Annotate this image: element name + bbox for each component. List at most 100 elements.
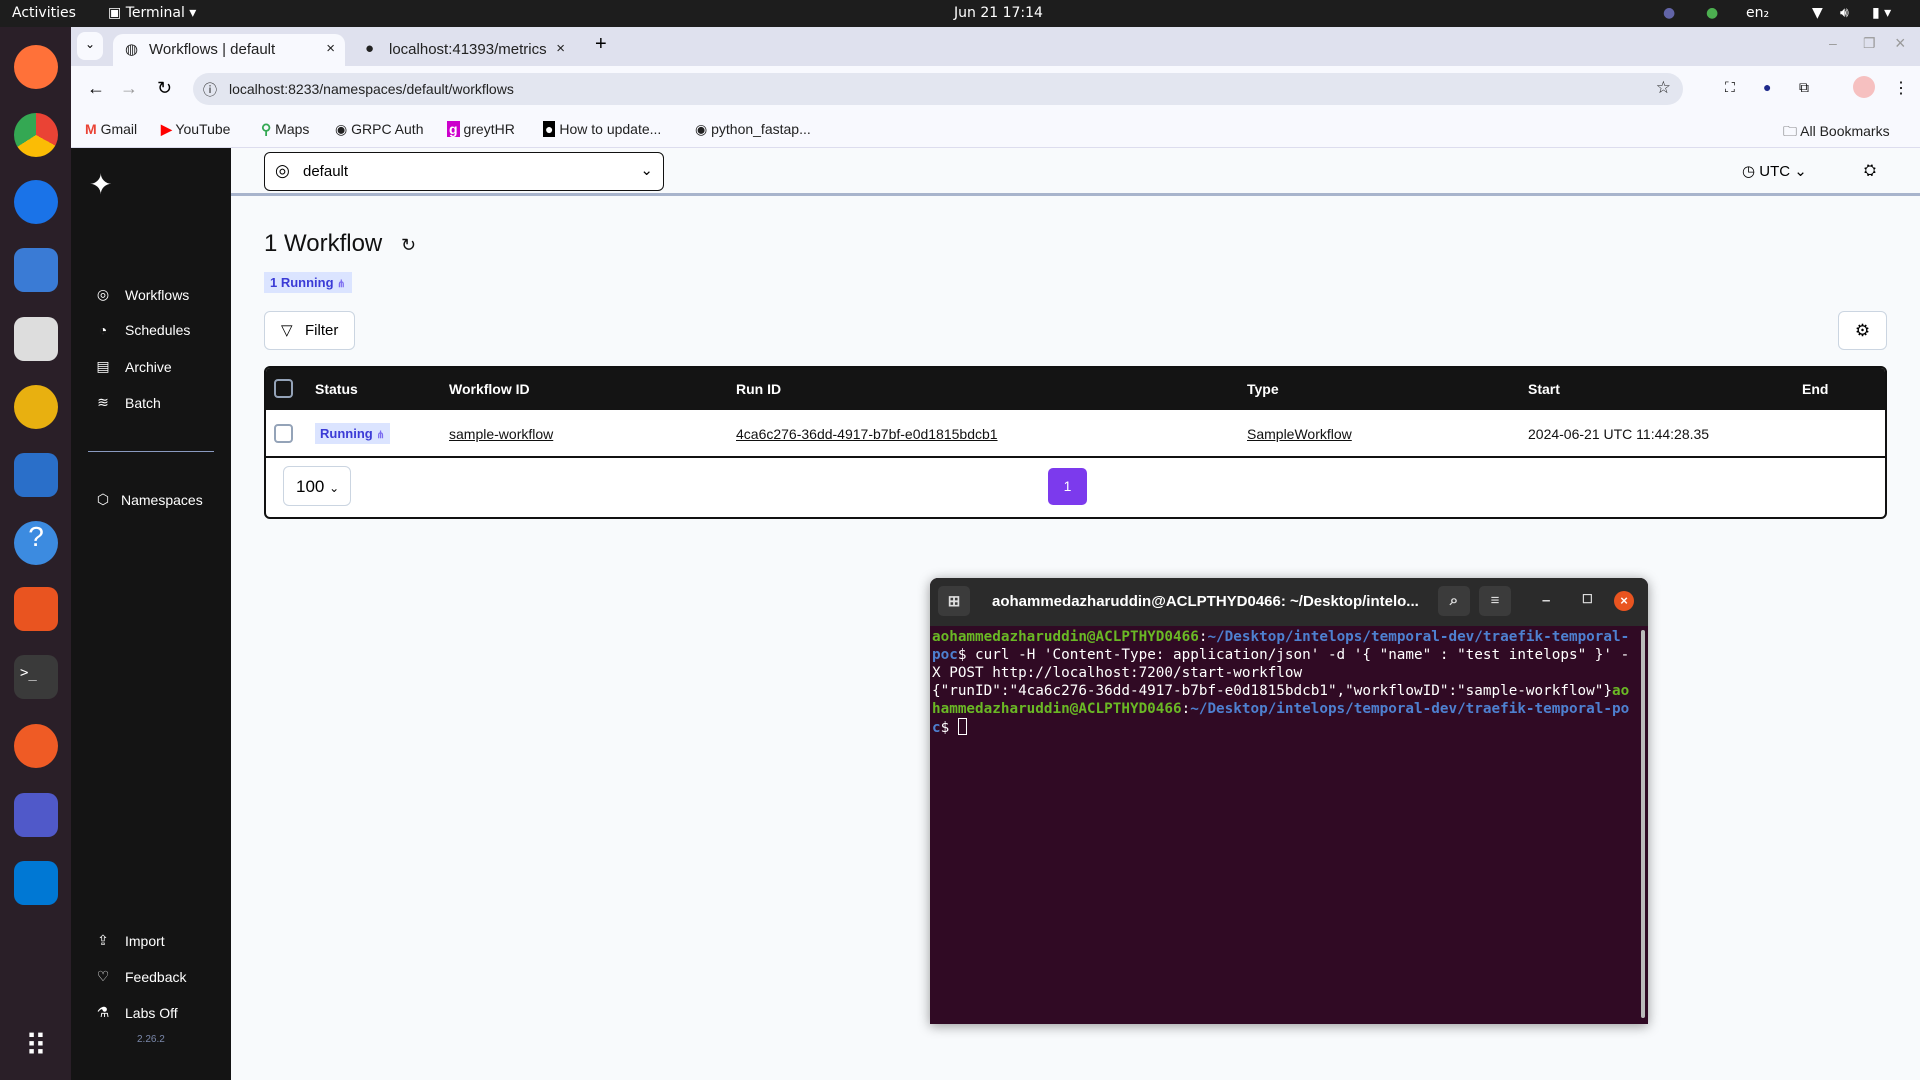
data-encoder-icon[interactable]: ⛭ <box>1864 162 1876 179</box>
bookmark-youtube[interactable]: ▶ YouTube <box>161 121 230 138</box>
temporal-logo[interactable]: ✦ <box>89 168 112 201</box>
bookmark-greythr[interactable]: g greytHR <box>447 121 515 137</box>
workflow-type-link[interactable]: SampleWorkflow <box>1247 426 1352 442</box>
terminal-scrollbar[interactable] <box>1641 630 1645 1018</box>
writer-icon[interactable] <box>14 453 58 497</box>
page-title: 1 Workflow ↻ <box>264 230 416 258</box>
teams-tray-icon[interactable]: ● <box>1663 5 1675 21</box>
timezone-select[interactable]: ◷ UTC ⌄ <box>1742 162 1807 180</box>
clock[interactable]: Jun 21 17:14 <box>954 5 1043 21</box>
sidebar-item-batch[interactable]: ≋ Batch <box>95 394 161 411</box>
table-settings-button[interactable]: ⚙ <box>1838 311 1887 350</box>
table-row[interactable]: Running ⋔ sample-workflow 4ca6c276-36dd-… <box>266 410 1885 458</box>
chrome-menu-icon[interactable]: ⋮ <box>1893 78 1909 98</box>
running-count-badge[interactable]: 1 Running ⋔ <box>264 272 352 293</box>
heart-icon: ♡ <box>96 968 110 984</box>
show-apps-icon[interactable]: ⠿ <box>14 1027 58 1071</box>
teams-icon[interactable] <box>14 793 58 837</box>
bookmark-grpc-auth[interactable]: ◉ GRPC Auth <box>335 121 423 138</box>
workflow-id-link[interactable]: sample-workflow <box>449 426 553 442</box>
sidebar-item-archive[interactable]: ▤ Archive <box>95 358 172 375</box>
terminal-titlebar[interactable]: ⊞ aohammedazharuddin@ACLPTHYD0466: ~/Des… <box>930 578 1648 626</box>
run-id-link[interactable]: 4ca6c276-36dd-4917-b7bf-e0d1815bdcb1 <box>736 426 998 442</box>
bookmark-label: GRPC Auth <box>351 121 424 137</box>
restore-window-button[interactable]: ❐ <box>1863 35 1876 52</box>
app-center-icon[interactable] <box>14 587 58 631</box>
namespace-select[interactable]: ◎ default ⌄ <box>264 152 664 191</box>
forward-button[interactable]: → <box>120 78 138 99</box>
sidebar-item-import[interactable]: ⇪ Import <box>95 932 165 949</box>
help-icon[interactable]: ? <box>14 521 58 565</box>
title-text: 1 Workflow <box>264 230 383 257</box>
sidebar-item-labs[interactable]: ⚗ Labs Off <box>95 1004 178 1021</box>
close-tab-icon[interactable]: × <box>556 40 565 57</box>
hamburger-menu-icon[interactable]: ≡ <box>1479 586 1511 616</box>
tab-label: Workflows | default <box>149 41 276 58</box>
site-info-icon[interactable]: ⓘ <box>203 80 217 100</box>
flask-icon: ⚗ <box>96 1004 110 1020</box>
table-header: Status Workflow ID Run ID Type Start End <box>266 368 1885 410</box>
extensions-puzzle-icon[interactable]: ⧉ <box>1799 79 1809 96</box>
page-1-button[interactable]: 1 <box>1048 468 1087 505</box>
sidebar-item-label: Schedules <box>125 322 191 338</box>
new-tab-icon[interactable]: ⊞ <box>938 586 970 616</box>
vscode-icon[interactable] <box>14 861 58 905</box>
postman-icon[interactable] <box>14 724 58 768</box>
reload-button[interactable]: ↻ <box>157 78 172 99</box>
minimize-icon[interactable]: – <box>1542 592 1550 609</box>
close-window-button[interactable]: × <box>1895 33 1906 54</box>
terminal-dock-icon[interactable]: >_ <box>14 655 58 699</box>
url-input[interactable]: ⓘ localhost:8233/namespaces/default/work… <box>193 73 1683 105</box>
close-tab-icon[interactable]: × <box>326 40 335 57</box>
wifi-icon[interactable]: ▼ <box>1812 5 1823 21</box>
running-icon: ⋔ <box>376 430 385 441</box>
postgres-icon[interactable] <box>14 248 58 292</box>
tab-metrics[interactable]: ● localhost:41393/metrics × <box>353 34 573 66</box>
bookmark-star-icon[interactable]: ☆ <box>1656 78 1671 98</box>
firefox-icon[interactable] <box>14 45 58 89</box>
profile-avatar[interactable] <box>1853 76 1875 98</box>
files-icon[interactable] <box>14 317 58 361</box>
bookmark-gmail[interactable]: M Gmail <box>85 121 137 137</box>
sidebar-item-schedules[interactable]: ◔ Schedules <box>95 322 191 338</box>
all-bookmarks-button[interactable]: 🗀 All Bookmarks <box>1783 121 1890 145</box>
chrome-icon[interactable] <box>14 113 58 157</box>
sidebar-item-label: Archive <box>125 358 172 375</box>
bookmark-python-fastapi[interactable]: ◉ python_fastap... <box>695 121 811 138</box>
screenshot-extension-icon[interactable]: ⛶ <box>1725 79 1735 96</box>
select-all-checkbox[interactable] <box>274 379 293 398</box>
activities-button[interactable]: Activities <box>12 5 76 21</box>
terminal-window[interactable]: ⊞ aohammedazharuddin@ACLPTHYD0466: ~/Des… <box>930 578 1648 1024</box>
volume-icon[interactable]: 🔊︎ <box>1840 5 1849 21</box>
bookmark-maps[interactable]: ⚲ Maps <box>261 121 309 138</box>
tab-workflows[interactable]: ◍ Workflows | default × <box>113 34 345 66</box>
globe-icon: ● <box>365 40 375 57</box>
language-indicator[interactable]: en₂ <box>1746 5 1769 21</box>
thunderbird-icon[interactable] <box>14 180 58 224</box>
back-button[interactable]: ← <box>87 78 105 99</box>
sidebar-item-feedback[interactable]: ♡ Feedback <box>95 968 187 985</box>
sidebar-item-workflows[interactable]: ◎ Workflows <box>95 286 189 303</box>
refresh-icon[interactable]: ↻ <box>401 235 416 255</box>
terminal-output[interactable]: aohammedazharuddin@ACLPTHYD0466:~/Deskto… <box>932 628 1632 737</box>
close-icon[interactable]: × <box>1614 591 1634 611</box>
row-checkbox[interactable] <box>274 424 293 443</box>
chrome-tray-icon[interactable]: ● <box>1706 5 1718 21</box>
battery-icon[interactable]: ▮ ▾ <box>1872 5 1891 21</box>
running-icon: ⋔ <box>337 279 346 290</box>
extension-icon[interactable]: ● <box>1763 79 1771 95</box>
browser-tab-strip: ⌄ ◍ Workflows | default × ● localhost:41… <box>71 27 1920 66</box>
tab-search-button[interactable]: ⌄ <box>77 32 103 60</box>
gear-icon: ⚙ <box>1854 321 1871 340</box>
filter-label: Filter <box>305 322 339 339</box>
sidebar-item-namespaces[interactable]: ⬡ Namespaces <box>95 491 203 508</box>
minimize-window-button[interactable]: – <box>1829 35 1837 51</box>
terminal-app-menu[interactable]: ▣ Terminal ▾ <box>108 5 196 21</box>
new-tab-button[interactable]: + <box>595 33 607 56</box>
bookmark-how-to-update[interactable]: ● How to update... <box>543 121 661 137</box>
page-size-select[interactable]: 100 ⌄ <box>283 466 351 506</box>
maximize-icon[interactable]: ☐ <box>1582 592 1593 606</box>
rhythmbox-icon[interactable] <box>14 385 58 429</box>
search-icon[interactable]: ⌕ <box>1438 586 1470 616</box>
filter-button[interactable]: ▽ Filter <box>264 311 355 350</box>
